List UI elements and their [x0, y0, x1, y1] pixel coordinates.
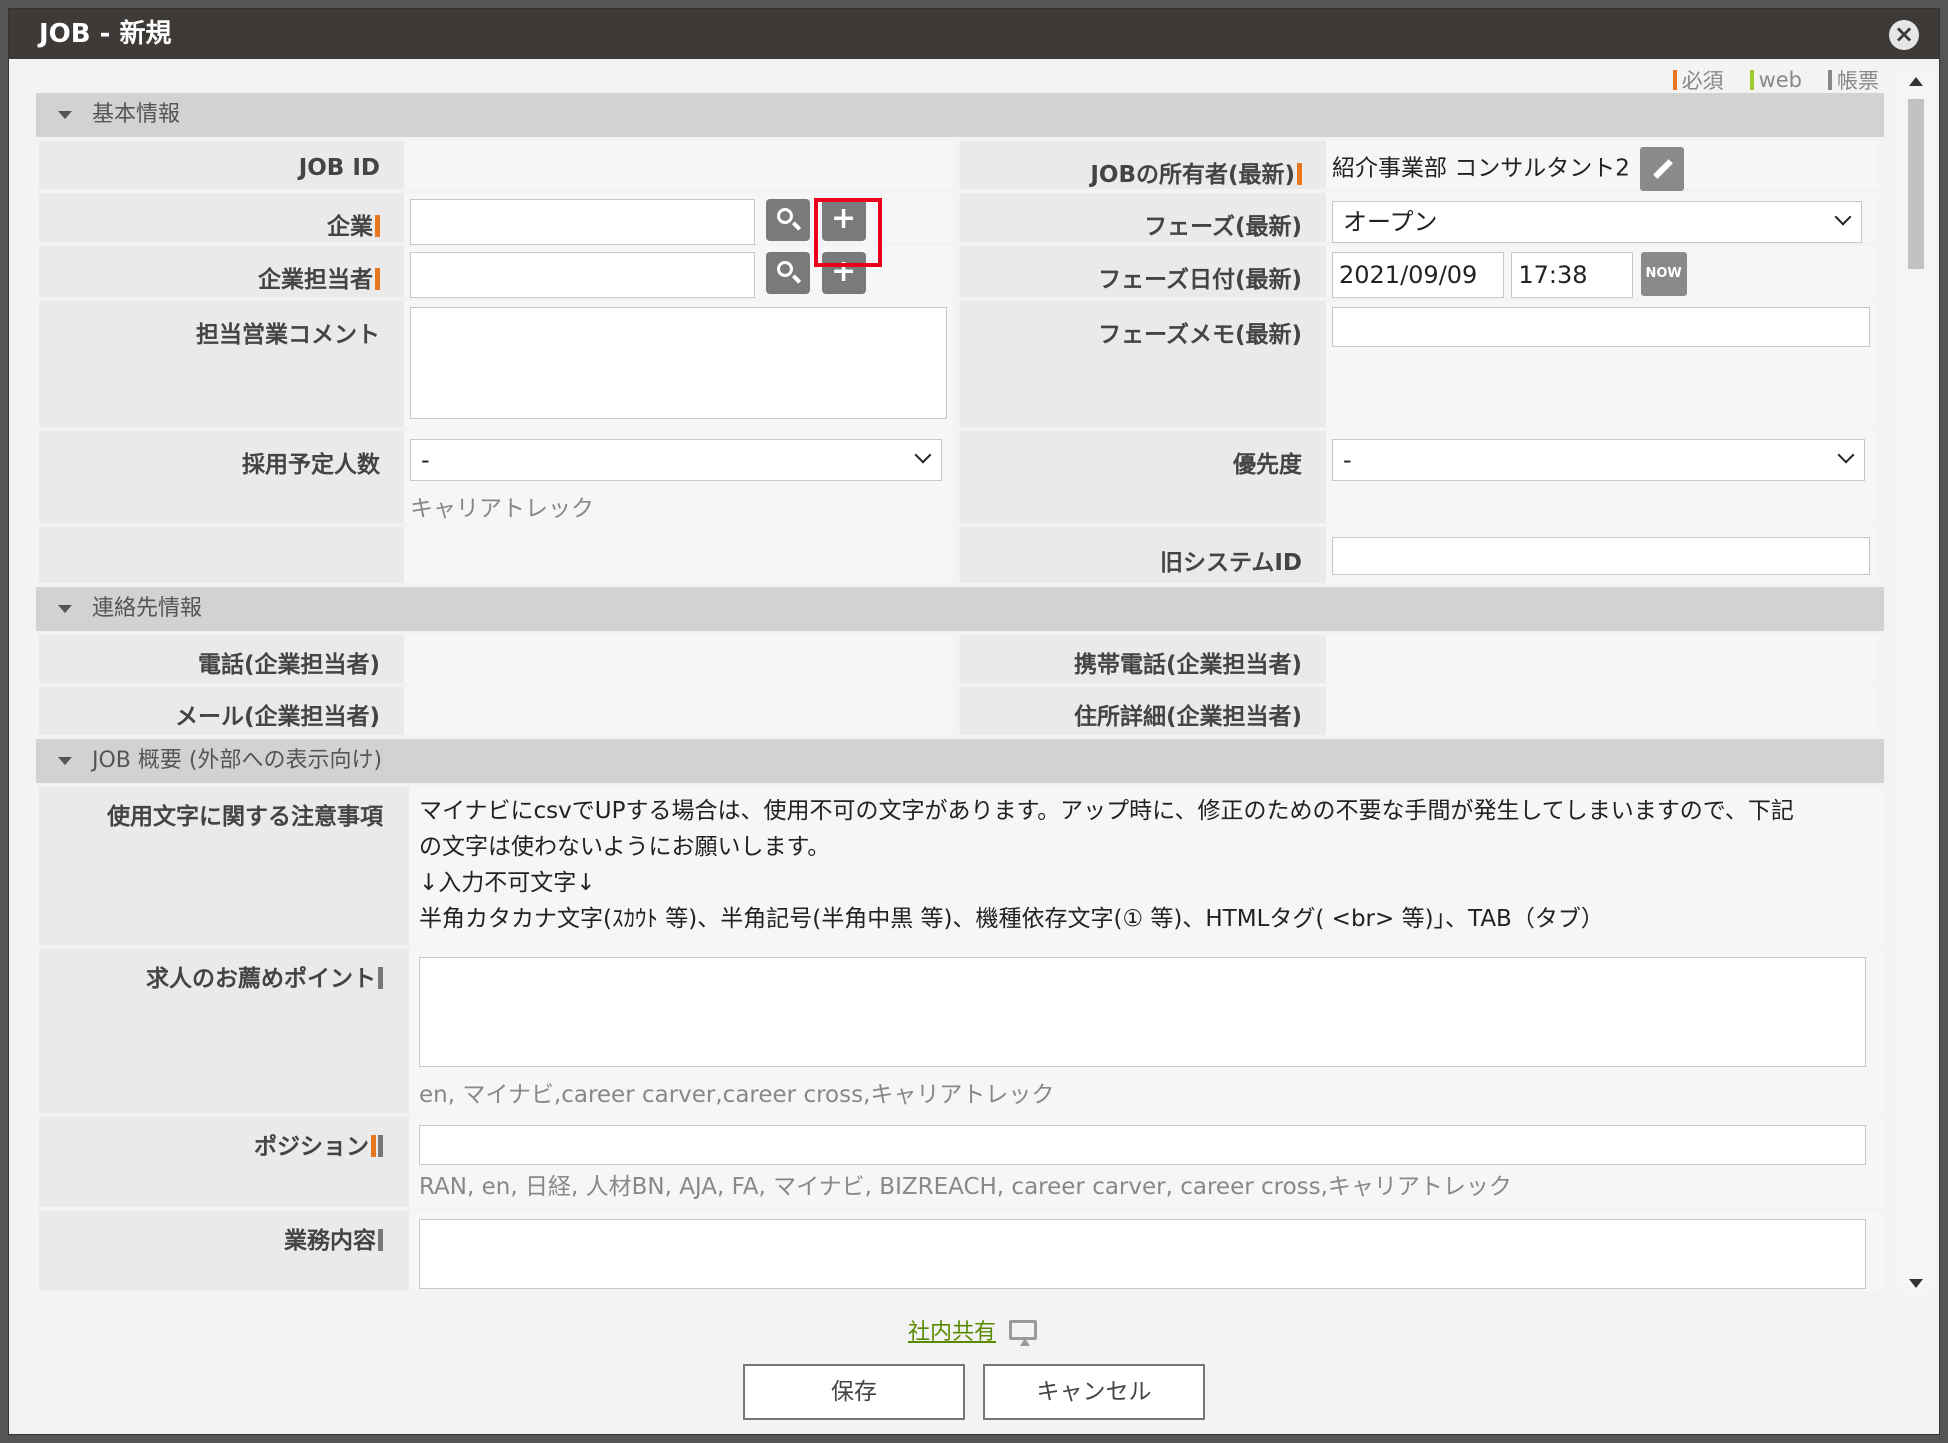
- job-id-label: JOB ID: [39, 141, 404, 189]
- empty-label: [39, 527, 404, 583]
- company-search-icon[interactable]: [766, 199, 811, 241]
- company-label: 企業: [39, 193, 404, 242]
- contact-mobile-value: [1326, 635, 1878, 683]
- phase-memo-cell: [1326, 301, 1878, 427]
- legend-required: 必須: [1672, 65, 1724, 95]
- legend-web: web: [1749, 65, 1802, 95]
- dialog-title-bar: JOB - 新規 ×: [9, 9, 1939, 59]
- hires-cell: - キャリアトレック: [404, 431, 954, 523]
- highlight-box: [814, 198, 882, 267]
- phase-date-cell: NOW: [1326, 246, 1878, 298]
- position-label: ポジション: [39, 1117, 409, 1207]
- contact-search-icon[interactable]: [766, 252, 811, 294]
- contact-address-value: [1326, 687, 1878, 735]
- job-new-dialog: JOB - 新規 × 必須 web 帳票 基本情報 JOB ID JOBの所有者…: [8, 8, 1940, 1435]
- chevron-down-icon: [914, 446, 932, 464]
- contact-mail-value: [404, 687, 954, 735]
- contact-phone-value: [404, 635, 954, 683]
- scroll-up-icon[interactable]: [1909, 77, 1923, 86]
- points-hint: en, マイナビ,career carver,career cross,キャリア…: [419, 1082, 1055, 1108]
- caret-down-icon: [58, 605, 72, 613]
- contact-phone-label: 電話(企業担当者): [39, 635, 404, 683]
- hires-label: 採用予定人数: [39, 431, 404, 523]
- position-hint: RAN, en, 日経, 人材BN, AJA, FA, マイナビ, BIZREA…: [419, 1174, 1512, 1200]
- phase-time-input[interactable]: [1511, 252, 1634, 298]
- duties-label: 業務内容: [39, 1211, 409, 1291]
- sales-comment-textarea[interactable]: [410, 307, 947, 419]
- legacy-id-input[interactable]: [1332, 537, 1870, 575]
- caution-text: マイナビにcsvでUPする場合は、使用不可の文字があります。アップ時に、修正のた…: [409, 787, 1884, 945]
- edit-owner-icon[interactable]: [1639, 147, 1684, 191]
- save-button[interactable]: 保存: [743, 1364, 965, 1420]
- contact-mail-label: メール(企業担当者): [39, 687, 404, 735]
- position-cell: RAN, en, 日経, 人材BN, AJA, FA, マイナビ, BIZREA…: [409, 1117, 1884, 1207]
- contact-address-label: 住所詳細(企業担当者): [960, 687, 1326, 735]
- legacy-id-label: 旧システムID: [960, 527, 1326, 583]
- chevron-down-icon: [1837, 446, 1855, 464]
- section-contact-info[interactable]: 連絡先情報: [36, 587, 1884, 631]
- priority-cell: -: [1326, 431, 1878, 523]
- caution-label: 使用文字に関する注意事項: [39, 787, 409, 945]
- section-basic-info[interactable]: 基本情報: [36, 93, 1884, 137]
- empty-value: [404, 527, 954, 583]
- scroll-down-icon[interactable]: [1909, 1279, 1923, 1288]
- close-icon[interactable]: ×: [1889, 20, 1919, 50]
- points-label: 求人のお薦めポイント: [39, 949, 409, 1113]
- duties-cell: [409, 1211, 1884, 1291]
- contact-mobile-label: 携帯電話(企業担当者): [960, 635, 1326, 683]
- scrollbar-thumb[interactable]: [1908, 99, 1924, 269]
- phase-date-label: フェーズ日付(最新): [960, 246, 1326, 297]
- form-scroll-area[interactable]: 基本情報 JOB ID JOBの所有者(最新) 紹介事業部 コンサルタント2 企…: [36, 93, 1884, 1293]
- points-cell: en, マイナビ,career carver,career cross,キャリア…: [409, 949, 1884, 1113]
- chevron-down-icon: [1834, 208, 1852, 226]
- now-button[interactable]: NOW: [1640, 252, 1687, 296]
- legacy-id-cell: [1326, 527, 1878, 583]
- sales-comment-label: 担当営業コメント: [39, 301, 404, 427]
- job-id-value: [404, 141, 954, 189]
- phase-memo-textarea[interactable]: [1332, 307, 1870, 347]
- priority-label: 優先度: [960, 431, 1326, 523]
- company-input[interactable]: [410, 199, 755, 245]
- phase-date-input[interactable]: [1332, 252, 1504, 298]
- cancel-button[interactable]: キャンセル: [983, 1364, 1205, 1420]
- caret-down-icon: [58, 757, 72, 765]
- phase-select[interactable]: オープン: [1332, 201, 1862, 243]
- hires-select[interactable]: -: [410, 439, 942, 481]
- field-legend: 必須 web 帳票: [1672, 65, 1879, 95]
- position-input[interactable]: [419, 1125, 1866, 1165]
- job-owner-value: 紹介事業部 コンサルタント2: [1326, 141, 1878, 191]
- legend-report: 帳票: [1828, 65, 1879, 95]
- phase-label: フェーズ(最新): [960, 193, 1326, 242]
- points-textarea[interactable]: [419, 957, 1866, 1067]
- priority-select[interactable]: -: [1332, 439, 1865, 481]
- section-job-summary[interactable]: JOB 概要 (外部への表示向け): [36, 739, 1884, 783]
- sales-comment-cell: [404, 301, 954, 427]
- company-contact-input[interactable]: [410, 252, 755, 298]
- phase-memo-label: フェーズメモ(最新): [960, 301, 1326, 427]
- dialog-footer: 社内共有 保存 キャンセル: [9, 1294, 1939, 1434]
- dialog-title: JOB - 新規: [39, 19, 172, 49]
- company-contact-label: 企業担当者: [39, 246, 404, 297]
- vertical-scrollbar[interactable]: [1899, 69, 1933, 1294]
- job-owner-label: JOBの所有者(最新): [960, 141, 1326, 189]
- caret-down-icon: [58, 111, 72, 119]
- phase-field-cell: オープン: [1326, 193, 1878, 243]
- share-link[interactable]: 社内共有: [908, 1314, 996, 1346]
- duties-textarea[interactable]: [419, 1219, 1866, 1289]
- hires-hint: キャリアトレック: [410, 496, 594, 522]
- monitor-icon[interactable]: [1009, 1320, 1037, 1346]
